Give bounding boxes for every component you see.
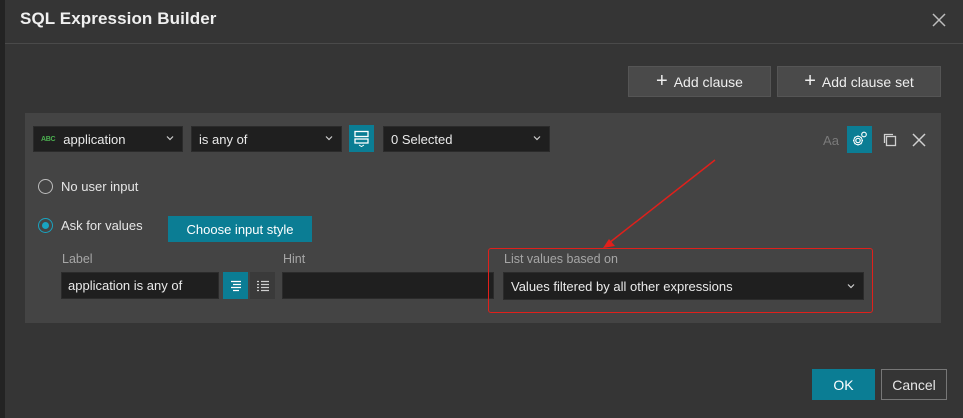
chevron-down-icon: [166, 136, 174, 141]
chevron-down-icon: [533, 136, 541, 141]
chevron-down-icon: [325, 136, 333, 141]
ok-button[interactable]: OK: [812, 369, 875, 400]
field-dropdown[interactable]: ABC application: [33, 126, 183, 152]
dialog-title: SQL Expression Builder: [20, 9, 217, 28]
ask-for-values-radio[interactable]: [38, 218, 53, 233]
plus-icon: +: [656, 69, 668, 92]
gear-icon[interactable]: [847, 126, 872, 153]
sql-expression-builder-dialog: SQL Expression Builder + Add clause + Ad…: [5, 0, 963, 418]
annotation-arrow: [603, 159, 716, 248]
close-icon[interactable]: [931, 12, 947, 28]
dialog-titlebar: SQL Expression Builder: [5, 0, 963, 44]
plus-icon: +: [804, 69, 816, 92]
hint-input[interactable]: [282, 272, 494, 299]
no-user-input-label: No user input: [61, 179, 139, 194]
operator-value: is any of: [199, 131, 248, 147]
values-dropdown[interactable]: 0 Selected: [383, 126, 550, 152]
operator-dropdown[interactable]: is any of: [191, 126, 342, 152]
add-clause-label: Add clause: [673, 73, 743, 90]
highlight-box: [488, 248, 873, 313]
remove-clause-icon[interactable]: [909, 130, 929, 150]
add-clause-set-button[interactable]: + Add clause set: [777, 66, 941, 97]
add-clause-set-label: Add clause set: [821, 73, 914, 90]
values-selected-count: 0 Selected: [391, 131, 453, 147]
list-mode-icon[interactable]: [349, 125, 374, 152]
case-sensitive-button[interactable]: Aa: [820, 130, 842, 150]
list-icon[interactable]: [250, 272, 275, 299]
ask-for-values-label: Ask for values: [61, 218, 143, 233]
copy-icon[interactable]: [880, 130, 900, 150]
cancel-button[interactable]: Cancel: [881, 369, 947, 400]
hint-field-title: Hint: [283, 252, 306, 266]
label-field-title: Label: [62, 252, 93, 266]
no-user-input-radio[interactable]: [38, 179, 53, 194]
string-type-icon: ABC: [41, 135, 56, 143]
align-left-icon[interactable]: [223, 272, 248, 299]
add-clause-button[interactable]: + Add clause: [628, 66, 771, 97]
field-value: application: [63, 131, 126, 147]
label-input[interactable]: application is any of: [61, 272, 219, 299]
choose-input-style-button[interactable]: Choose input style: [168, 216, 312, 242]
